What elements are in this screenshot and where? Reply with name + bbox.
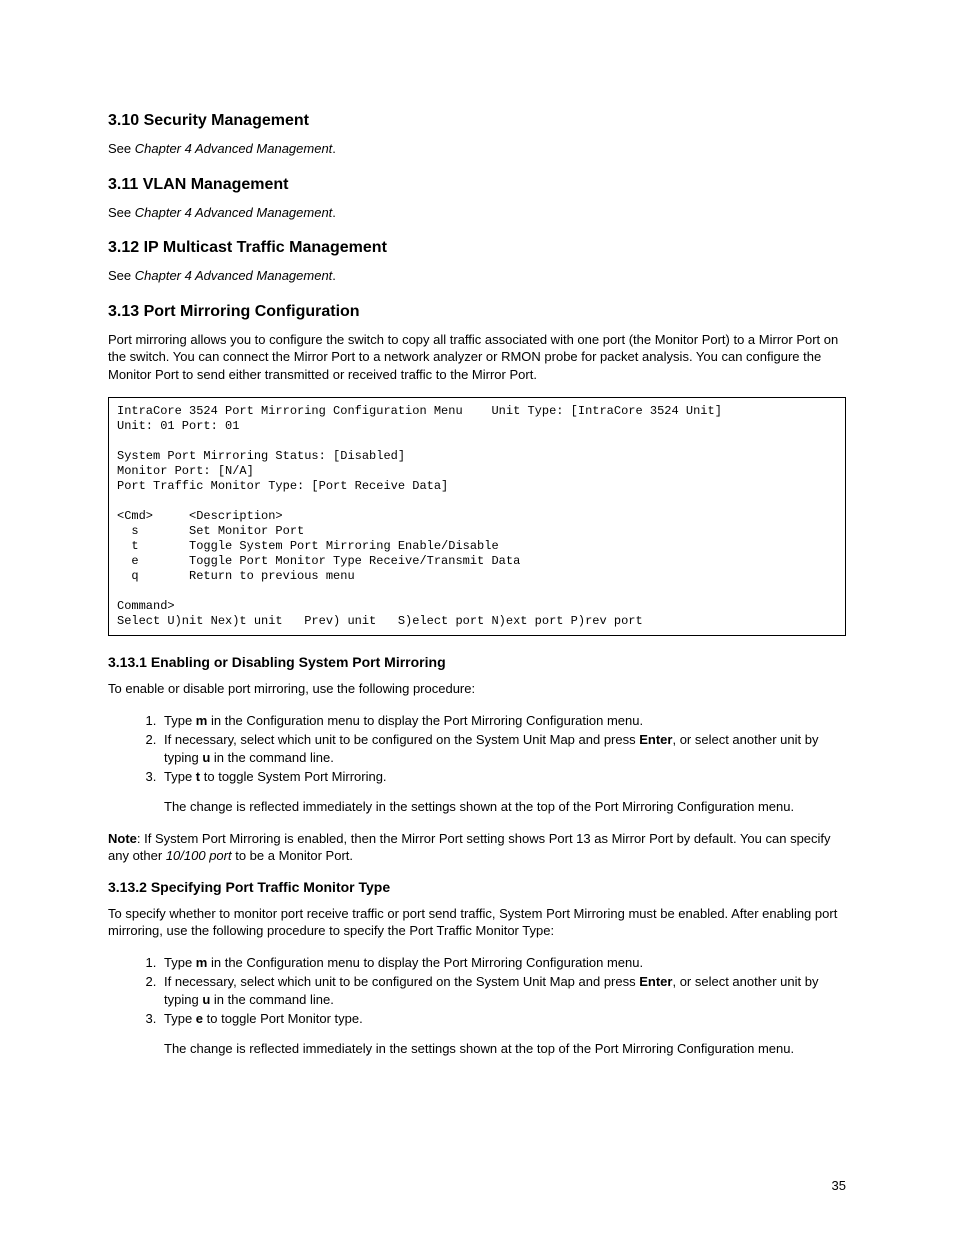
key-enter: Enter	[639, 732, 672, 747]
see-ref-3-12: See Chapter 4 Advanced Management.	[108, 267, 846, 285]
text: Type	[164, 713, 196, 728]
list-item: Type m in the Configuration menu to disp…	[160, 954, 846, 972]
text: to be a Monitor Port.	[232, 848, 353, 863]
list-item: Type t to toggle System Port Mirroring. …	[160, 768, 846, 815]
key-e: e	[196, 1011, 203, 1026]
terminal-output: IntraCore 3524 Port Mirroring Configurat…	[108, 397, 846, 636]
intro-3-13-1: To enable or disable port mirroring, use…	[108, 680, 846, 698]
see-ref-italic: Chapter 4 Advanced Management	[135, 205, 333, 220]
text: .	[332, 268, 336, 283]
key-enter: Enter	[639, 974, 672, 989]
key-m: m	[196, 713, 208, 728]
page: 3.10 Security Management See Chapter 4 A…	[0, 0, 954, 1235]
see-ref-3-10: See Chapter 4 Advanced Management.	[108, 140, 846, 158]
text: Type	[164, 955, 196, 970]
steps-3-13-2: Type m in the Configuration menu to disp…	[108, 954, 846, 1058]
text: to toggle Port Monitor type.	[203, 1011, 363, 1026]
heading-3-13: 3.13 Port Mirroring Configuration	[108, 303, 846, 321]
text: Type	[164, 1011, 196, 1026]
text: to toggle System Port Mirroring.	[200, 769, 386, 784]
note-label: Note	[108, 831, 137, 846]
see-ref-italic: Chapter 4 Advanced Management	[135, 141, 333, 156]
list-item: If necessary, select which unit to be co…	[160, 731, 846, 766]
intro-3-13: Port mirroring allows you to configure t…	[108, 331, 846, 384]
heading-3-13-2: 3.13.2 Specifying Port Traffic Monitor T…	[108, 879, 846, 895]
key-m: m	[196, 955, 208, 970]
heading-3-11: 3.11 VLAN Management	[108, 176, 846, 194]
text: If necessary, select which unit to be co…	[164, 974, 639, 989]
text: in the command line.	[210, 750, 334, 765]
see-ref-italic: Chapter 4 Advanced Management	[135, 268, 333, 283]
step-result: The change is reflected immediately in t…	[164, 1040, 846, 1058]
note-italic: 10/100 port	[166, 848, 232, 863]
text: See	[108, 205, 135, 220]
text: Type	[164, 769, 196, 784]
heading-3-13-1: 3.13.1 Enabling or Disabling System Port…	[108, 654, 846, 670]
heading-3-12: 3.12 IP Multicast Traffic Management	[108, 239, 846, 257]
text: See	[108, 268, 135, 283]
heading-3-10: 3.10 Security Management	[108, 112, 846, 130]
text: .	[332, 141, 336, 156]
text: in the Configuration menu to display the…	[207, 955, 643, 970]
list-item: If necessary, select which unit to be co…	[160, 973, 846, 1008]
see-ref-3-11: See Chapter 4 Advanced Management.	[108, 204, 846, 222]
text: in the command line.	[210, 992, 334, 1007]
note-3-13-1: Note: If System Port Mirroring is enable…	[108, 830, 846, 865]
text: .	[332, 205, 336, 220]
text: in the Configuration menu to display the…	[207, 713, 643, 728]
step-result: The change is reflected immediately in t…	[164, 798, 846, 816]
steps-3-13-1: Type m in the Configuration menu to disp…	[108, 712, 846, 816]
text: If necessary, select which unit to be co…	[164, 732, 639, 747]
list-item: Type e to toggle Port Monitor type. The …	[160, 1010, 846, 1057]
text: See	[108, 141, 135, 156]
intro-3-13-2: To specify whether to monitor port recei…	[108, 905, 846, 940]
list-item: Type m in the Configuration menu to disp…	[160, 712, 846, 730]
page-number: 35	[832, 1178, 846, 1193]
